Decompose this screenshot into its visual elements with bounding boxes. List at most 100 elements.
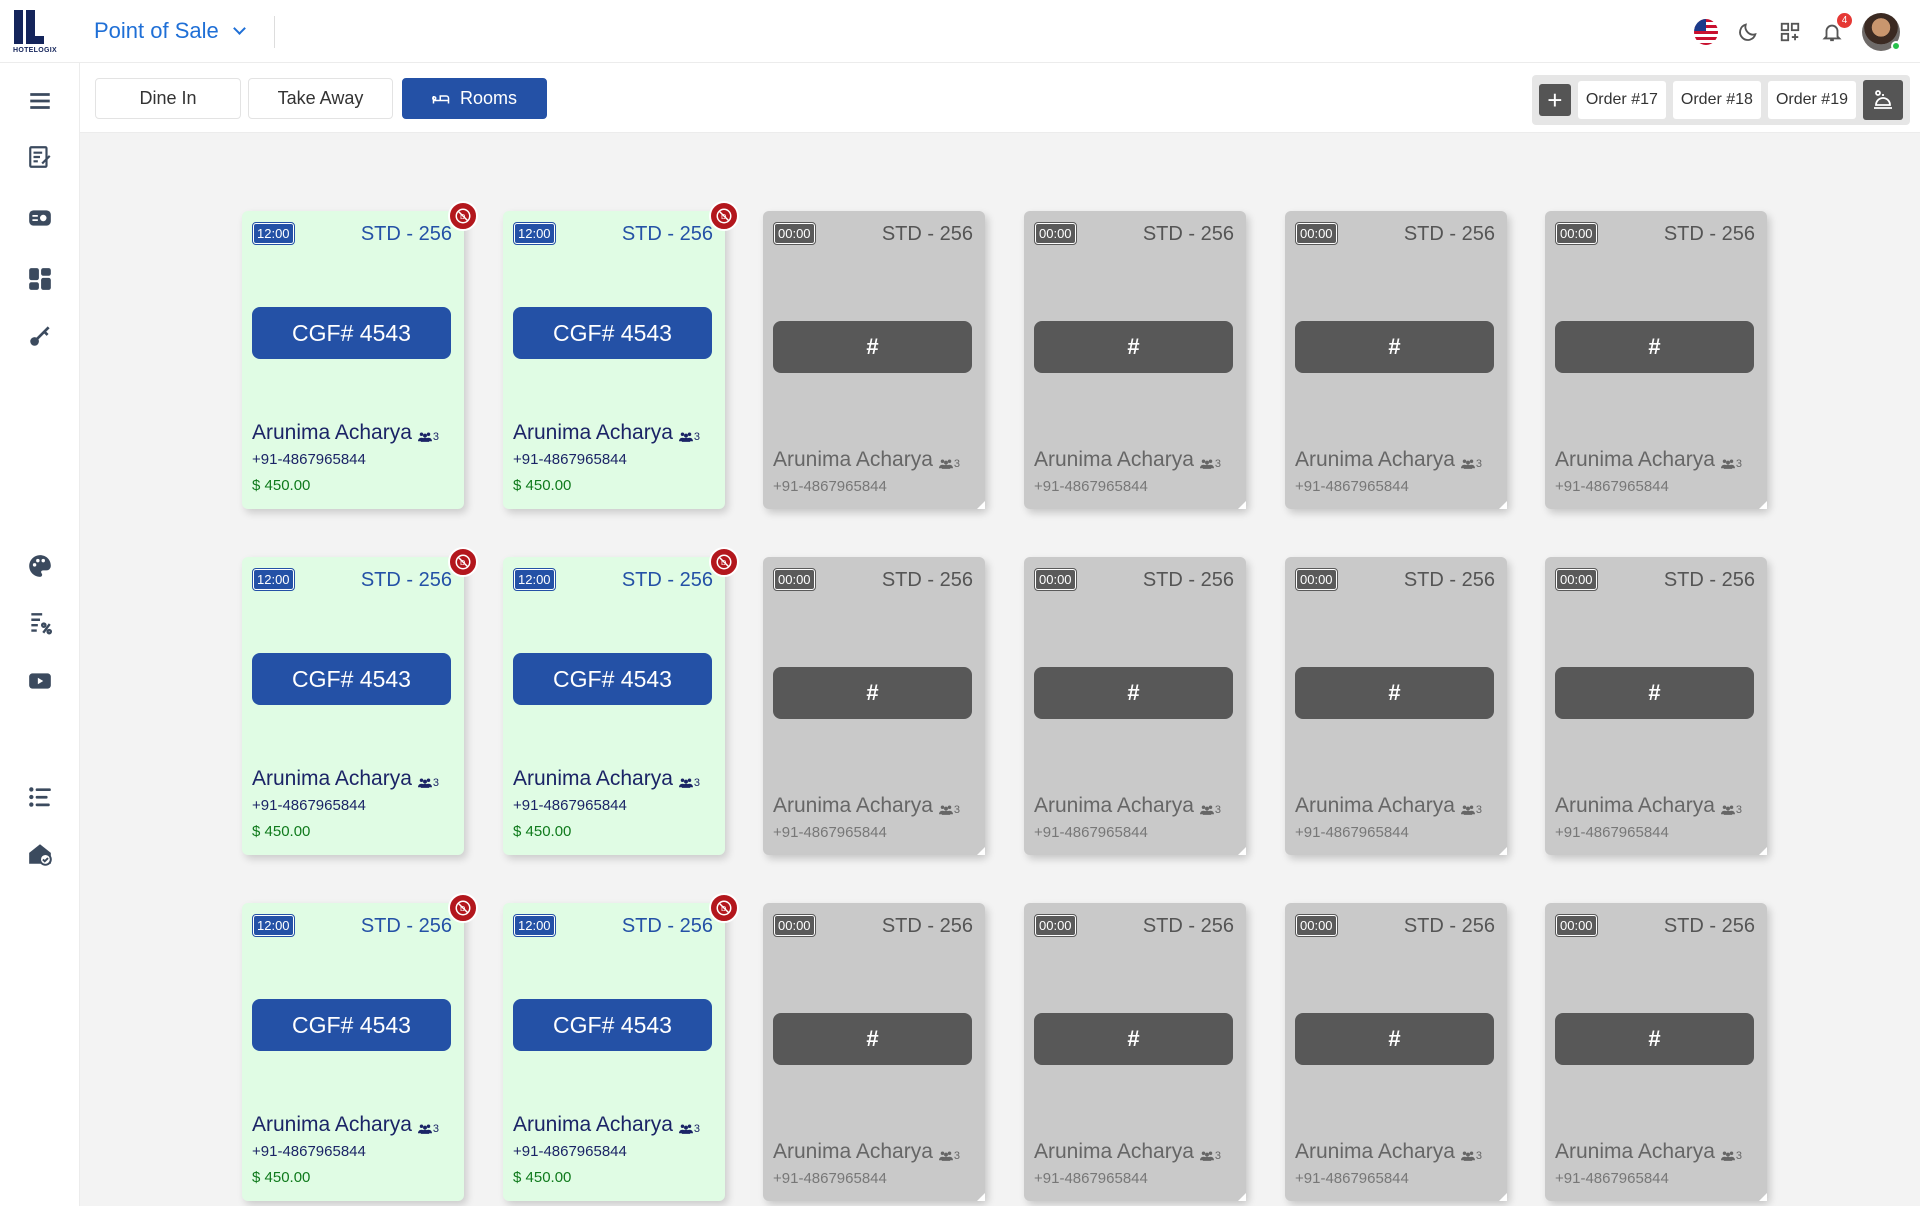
svg-text:D: D bbox=[721, 212, 727, 221]
card-corner bbox=[1238, 1193, 1246, 1201]
dnd-badge[interactable]: D bbox=[448, 547, 478, 577]
folio-button[interactable]: CGF# 4543 bbox=[513, 653, 712, 705]
room-card-vacant[interactable]: 00:00 STD - 256 # Arunima Acharya 3 +91-48679… bbox=[763, 903, 985, 1201]
guest-info: Arunima Acharya 3 bbox=[1555, 448, 1742, 472]
order-chip[interactable]: Order #19 bbox=[1767, 81, 1856, 119]
sidebar-menu-button[interactable] bbox=[26, 87, 54, 115]
sidebar-item-theme[interactable] bbox=[26, 552, 54, 580]
dnd-badge[interactable]: D bbox=[448, 893, 478, 923]
sidebar-item-tasks[interactable] bbox=[26, 143, 54, 171]
folio-button[interactable]: CGF# 4543 bbox=[252, 307, 451, 359]
guest-phone: +91-4867965844 bbox=[252, 1143, 366, 1160]
time-badge: 12:00 bbox=[513, 914, 556, 937]
folio-button[interactable]: # bbox=[1034, 667, 1233, 719]
tab-label: Take Away bbox=[277, 88, 364, 108]
dark-mode-toggle[interactable] bbox=[1736, 20, 1760, 44]
room-card-vacant[interactable]: 00:00 STD - 256 # Arunima Acharya 3 +91-48679… bbox=[1024, 557, 1246, 855]
room-number: STD - 256 bbox=[1663, 569, 1755, 591]
guest-name: Arunima Acharya bbox=[773, 1140, 933, 1163]
folio-button[interactable]: # bbox=[1555, 321, 1754, 373]
guests-icon bbox=[1720, 459, 1735, 469]
room-card-vacant[interactable]: 00:00 STD - 256 # Arunima Acharya 3 +91-48679… bbox=[1545, 211, 1767, 509]
folio-button[interactable]: # bbox=[1555, 667, 1754, 719]
guests-icon bbox=[417, 432, 432, 442]
apps-button[interactable] bbox=[1778, 20, 1802, 44]
guest-phone: +91-4867965844 bbox=[1034, 1170, 1148, 1187]
room-number: STD - 256 bbox=[621, 915, 713, 937]
kitchen-button[interactable] bbox=[1863, 80, 1903, 120]
tab-rooms[interactable]: Rooms bbox=[402, 78, 547, 119]
dnd-badge[interactable]: D bbox=[709, 893, 739, 923]
module-switcher[interactable]: Point of Sale bbox=[94, 18, 246, 44]
room-card-vacant[interactable]: 00:00 STD - 256 # Arunima Acharya 3 +91-48679… bbox=[1545, 903, 1767, 1201]
language-selector[interactable] bbox=[1694, 19, 1718, 45]
sidebar-item-cards[interactable] bbox=[26, 204, 54, 232]
folio-button[interactable]: # bbox=[773, 321, 972, 373]
dnd-badge[interactable]: D bbox=[709, 547, 739, 577]
room-card-occupied[interactable]: 12:00 STD - 256 CGF# 4543 Arunima Acharya 3 +… bbox=[503, 547, 739, 855]
folio-button[interactable]: # bbox=[1034, 1013, 1233, 1065]
hotelogix-logo[interactable]: HOTELOGIX bbox=[10, 6, 68, 56]
room-card-vacant[interactable]: 00:00 STD - 256 # Arunima Acharya 3 +91-48679… bbox=[1545, 557, 1767, 855]
sidebar-item-dashboard[interactable] bbox=[26, 265, 54, 293]
card-corner bbox=[977, 847, 985, 855]
tab-dine-in[interactable]: Dine In bbox=[95, 78, 241, 119]
open-orders-strip: + Order #17 Order #18 Order #19 bbox=[1531, 75, 1910, 125]
sidebar-item-keys[interactable] bbox=[26, 322, 54, 350]
guests-icon bbox=[1460, 805, 1475, 815]
room-card-occupied[interactable]: 12:00 STD - 256 CGF# 4543 Arunima Acharya 3 +… bbox=[242, 547, 478, 855]
room-card-vacant[interactable]: 00:00 STD - 256 # Arunima Acharya 3 +91-48679… bbox=[1285, 903, 1507, 1201]
folio-button[interactable]: # bbox=[1295, 1013, 1494, 1065]
pax-count: 3 bbox=[1735, 804, 1743, 816]
folio-button[interactable]: # bbox=[1295, 321, 1494, 373]
dashboard-icon bbox=[29, 268, 51, 290]
room-card-vacant[interactable]: 00:00 STD - 256 # Arunima Acharya 3 +91-48679… bbox=[763, 211, 985, 509]
room-number: STD - 256 bbox=[1663, 223, 1755, 245]
guest-info: Arunima Acharya 3 bbox=[513, 767, 700, 791]
sidebar-item-housekeeping[interactable] bbox=[26, 840, 54, 868]
room-card-occupied[interactable]: 12:00 STD - 256 CGF# 4543 Arunima Acharya 3 +… bbox=[503, 201, 739, 509]
new-order-button[interactable]: + bbox=[1538, 84, 1571, 116]
sidebar bbox=[0, 63, 80, 1206]
folio-button[interactable]: CGF# 4543 bbox=[252, 653, 451, 705]
tab-take-away[interactable]: Take Away bbox=[248, 78, 393, 119]
guest-count: 3 bbox=[938, 804, 960, 816]
folio-button[interactable]: CGF# 4543 bbox=[513, 999, 712, 1051]
folio-button[interactable]: CGF# 4543 bbox=[513, 307, 712, 359]
guests-icon bbox=[938, 459, 953, 469]
dnd-badge[interactable]: D bbox=[709, 201, 739, 231]
room-card-vacant[interactable]: 00:00 STD - 256 # Arunima Acharya 3 +91-48679… bbox=[763, 557, 985, 855]
guest-info: Arunima Acharya 3 bbox=[1034, 448, 1221, 472]
room-number: STD - 256 bbox=[1403, 223, 1495, 245]
folio-button[interactable]: CGF# 4543 bbox=[252, 999, 451, 1051]
room-amount: $ 450.00 bbox=[252, 1169, 311, 1186]
folio-button[interactable]: # bbox=[1295, 667, 1494, 719]
do-not-disturb-icon: D bbox=[455, 554, 471, 570]
time-badge: 00:00 bbox=[1555, 568, 1598, 591]
svg-text:D: D bbox=[721, 904, 727, 913]
room-card-vacant[interactable]: 00:00 STD - 256 # Arunima Acharya 3 +91-48679… bbox=[1024, 903, 1246, 1201]
sidebar-item-lists[interactable] bbox=[26, 783, 54, 811]
card-corner bbox=[1759, 501, 1767, 509]
sidebar-item-billing[interactable] bbox=[26, 609, 54, 637]
room-card-occupied[interactable]: 12:00 STD - 256 CGF# 4543 Arunima Acharya 3 +… bbox=[242, 201, 478, 509]
guest-phone: +91-4867965844 bbox=[1295, 478, 1409, 495]
top-header: HOTELOGIX Point of Sale 4 bbox=[0, 0, 1920, 63]
order-chip[interactable]: Order #18 bbox=[1672, 81, 1761, 119]
room-card-vacant[interactable]: 00:00 STD - 256 # Arunima Acharya 3 +91-48679… bbox=[1285, 557, 1507, 855]
dnd-badge[interactable]: D bbox=[448, 201, 478, 231]
folio-button[interactable]: # bbox=[1555, 1013, 1754, 1065]
room-card-occupied[interactable]: 12:00 STD - 256 CGF# 4543 Arunima Acharya 3 +… bbox=[242, 893, 478, 1201]
sidebar-item-media[interactable] bbox=[26, 667, 54, 695]
order-chip[interactable]: Order #17 bbox=[1577, 81, 1666, 119]
room-card-occupied[interactable]: 12:00 STD - 256 CGF# 4543 Arunima Acharya 3 +… bbox=[503, 893, 739, 1201]
room-card-vacant[interactable]: 00:00 STD - 256 # Arunima Acharya 3 +91-48679… bbox=[1024, 211, 1246, 509]
folio-button[interactable]: # bbox=[773, 1013, 972, 1065]
guest-info: Arunima Acharya 3 bbox=[1295, 794, 1482, 818]
folio-button[interactable]: # bbox=[1034, 321, 1233, 373]
time-badge: 00:00 bbox=[773, 914, 816, 937]
folio-button[interactable]: # bbox=[773, 667, 972, 719]
notifications-button[interactable]: 4 bbox=[1820, 13, 1852, 44]
user-avatar[interactable] bbox=[1862, 13, 1901, 51]
room-card-vacant[interactable]: 00:00 STD - 256 # Arunima Acharya 3 +91-48679… bbox=[1285, 211, 1507, 509]
